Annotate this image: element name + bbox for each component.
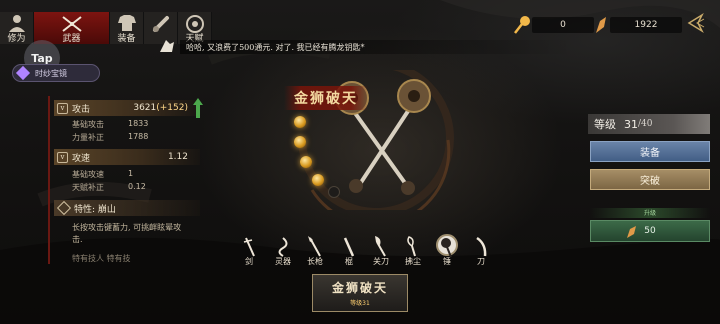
pointer-hand-icon bbox=[160, 40, 174, 52]
upgrade-cost: 50 bbox=[644, 226, 656, 236]
level-max: /40 bbox=[638, 119, 653, 129]
upgrade-button[interactable]: 50 bbox=[590, 220, 710, 242]
stat-up-arrow-icon bbox=[193, 98, 203, 118]
level-value: 31 bbox=[624, 117, 638, 131]
trait-header: 特性: 崩山 bbox=[54, 200, 200, 216]
star-orb-filled bbox=[294, 116, 306, 128]
weapon-type-staff[interactable]: 棍 bbox=[334, 234, 364, 268]
gem-mirror-button[interactable]: 时纱宝镜 bbox=[12, 64, 100, 82]
saber-icon bbox=[476, 236, 487, 257]
crystal-icon bbox=[596, 17, 606, 33]
star-orb-filled bbox=[294, 136, 306, 148]
selected-weapon-card[interactable]: 金狮破天 等级31 bbox=[312, 274, 408, 312]
diamond-icon bbox=[56, 200, 72, 216]
weapon-type-whisk[interactable]: 拂尘 bbox=[398, 234, 428, 268]
tab-weapon[interactable]: 武器 bbox=[34, 12, 110, 44]
breakthrough-button[interactable]: 突破 bbox=[590, 169, 710, 190]
weapon-name: 金狮破天 bbox=[284, 86, 368, 110]
base-speed-row: 基础攻速 1 bbox=[72, 169, 134, 179]
person-icon bbox=[8, 15, 25, 32]
weapon-type-hammer[interactable]: 锤 bbox=[432, 234, 462, 268]
tab-label: 装备 bbox=[117, 34, 136, 44]
selected-weapon-name: 金狮破天 bbox=[331, 281, 388, 295]
upgrade-label: 升级 bbox=[590, 208, 710, 218]
chat-banner: 哈哈, 又浪费了500通元. 对了. 我已经有腾龙钥匙* bbox=[180, 40, 575, 54]
hammer-icon bbox=[441, 238, 452, 258]
trait-overflow-text: 特有技人 特有技 bbox=[72, 254, 131, 263]
talent-bonus-row: 天赋补正 0.12 bbox=[72, 182, 146, 192]
crystal-currency: 1922 bbox=[592, 16, 682, 34]
crystal-count: 1922 bbox=[610, 17, 682, 33]
speed-value: 1.12 bbox=[167, 152, 188, 162]
chevron-down-icon: v bbox=[57, 151, 68, 163]
scroll-icon bbox=[152, 16, 169, 32]
guan-dao-icon bbox=[375, 236, 386, 257]
weapon-type-guandao[interactable]: 关刀 bbox=[366, 234, 396, 268]
trait-description: 长按攻击键蓄力, 可挑衅眩晕攻击. bbox=[72, 223, 182, 244]
sword-icon bbox=[243, 237, 255, 257]
spirit-weapon-icon bbox=[278, 237, 288, 257]
speed-label: 攻速 bbox=[72, 153, 91, 164]
strength-bonus-row: 力量补正 1788 bbox=[72, 132, 149, 142]
crystal-icon bbox=[627, 226, 636, 238]
star-orb-filled bbox=[312, 174, 324, 186]
key-count: 0 bbox=[532, 17, 594, 33]
game-screen: 修为 武器 装备 天赋 Tap 时纱宝镜 0 1922 哈哈, 又浪费了500通… bbox=[0, 0, 720, 324]
attack-label: 攻击 bbox=[72, 104, 91, 115]
weapon-stats-panel: v 攻击 3621(+152) 基础攻击 1833 力量补正 1788 v 攻速 1… bbox=[44, 96, 202, 264]
weapon-type-spirit[interactable]: 灵器 bbox=[268, 234, 298, 268]
attack-stat[interactable]: v 攻击 3621(+152) bbox=[54, 100, 200, 116]
spear-icon bbox=[308, 236, 321, 257]
weapon-level: 等级 31 /40 bbox=[588, 114, 710, 134]
weapon-type-sword[interactable]: 剑 bbox=[234, 234, 264, 268]
weapon-type-saber[interactable]: 刀 bbox=[466, 234, 496, 268]
selected-weapon-level: 等级31 bbox=[350, 300, 370, 307]
gem-icon bbox=[15, 65, 31, 81]
attack-value: 3621(+152) bbox=[133, 103, 188, 113]
tab-label: 修为 bbox=[7, 34, 26, 44]
weapon-type-spear[interactable]: 长枪 bbox=[300, 234, 330, 268]
armor-icon bbox=[117, 15, 136, 31]
gem-button-label: 时纱宝镜 bbox=[35, 68, 67, 78]
weapon-type-selector: 剑 灵器 长枪 棍 关刀 拂尘 锤 刀 bbox=[230, 234, 500, 268]
back-arrow-icon[interactable] bbox=[684, 12, 706, 34]
tab-equipment[interactable]: 装备 bbox=[110, 12, 144, 44]
whisk-icon bbox=[407, 236, 416, 257]
key-currency: 0 bbox=[512, 16, 594, 34]
level-label: 等级 bbox=[594, 118, 616, 131]
base-attack-row: 基础攻击 1833 bbox=[72, 119, 149, 129]
stats-divider bbox=[48, 96, 50, 264]
attack-bonus: (+152) bbox=[156, 103, 188, 113]
chat-text: 哈哈, 又浪费了500通元. 对了. 我已经有腾龙钥匙* bbox=[186, 42, 365, 52]
star-orb-filled bbox=[300, 156, 312, 168]
star-orb-empty bbox=[328, 186, 340, 198]
equip-button[interactable]: 装备 bbox=[590, 141, 710, 162]
chevron-down-icon: v bbox=[57, 102, 68, 114]
staff-icon bbox=[343, 237, 355, 257]
key-icon bbox=[514, 16, 530, 34]
speed-stat[interactable]: v 攻速 1.12 bbox=[54, 149, 200, 165]
tab-cultivation[interactable]: 修为 bbox=[0, 12, 34, 44]
